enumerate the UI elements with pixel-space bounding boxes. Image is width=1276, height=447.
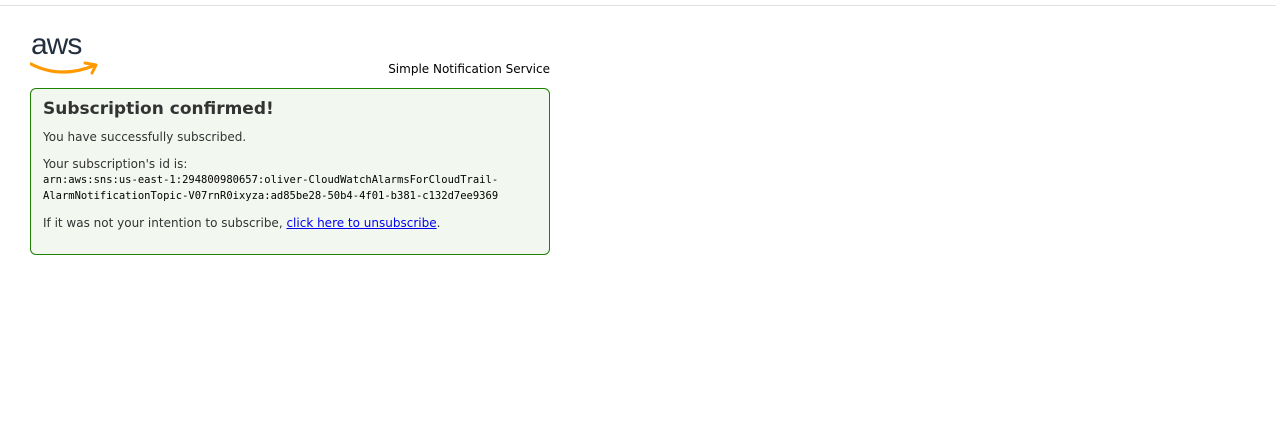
subscription-arn-line-1: arn:aws:sns:us-east-1:294800980657:olive… <box>43 174 499 186</box>
unsubscribe-suffix: . <box>436 216 441 230</box>
subscription-id-block: Your subscription's id is: arn:aws:sns:u… <box>43 157 537 204</box>
aws-logo: aws <box>30 28 100 78</box>
page-container: aws Simple Notification Service Subscrip… <box>30 28 550 255</box>
confirmation-title: Subscription confirmed! <box>43 99 274 119</box>
aws-smile-icon <box>30 61 98 75</box>
top-divider <box>0 5 1276 6</box>
aws-logo-text: aws <box>31 28 82 61</box>
service-name: Simple Notification Service <box>388 62 550 76</box>
success-message: You have successfully subscribed. <box>43 130 247 144</box>
unsubscribe-link[interactable]: click here to unsubscribe <box>286 216 436 230</box>
confirmation-panel: Subscription confirmed! You have success… <box>30 88 550 255</box>
unsubscribe-text: If it was not your intention to subscrib… <box>43 216 537 231</box>
page-header: aws Simple Notification Service <box>30 28 550 88</box>
unsubscribe-prefix: If it was not your intention to subscrib… <box>43 216 287 230</box>
subscription-arn-line-2: AlarmNotificationTopic-V07rnR0ixyza:ad85… <box>43 190 499 202</box>
subscription-id-label: Your subscription's id is: <box>43 157 188 171</box>
